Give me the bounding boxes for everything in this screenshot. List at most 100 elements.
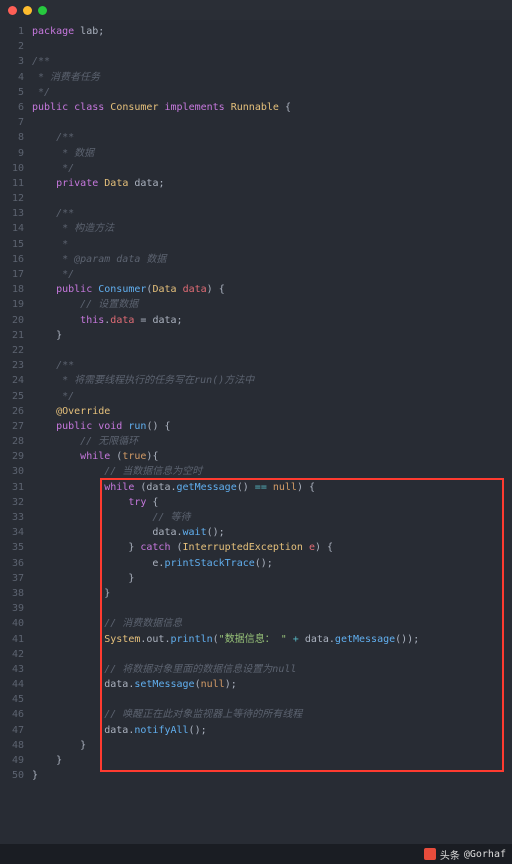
code-line[interactable]: 19 // 设置数据 <box>0 297 512 312</box>
code-line[interactable]: 20 this.data = data; <box>0 313 512 328</box>
line-content[interactable]: } <box>32 571 512 586</box>
code-line[interactable]: 18 public Consumer(Data data) { <box>0 282 512 297</box>
code-line[interactable]: 41 System.out.println("数据信息： " + data.ge… <box>0 632 512 647</box>
line-content[interactable]: } <box>32 328 512 343</box>
code-line[interactable]: 10 */ <box>0 161 512 176</box>
code-line[interactable]: 21 } <box>0 328 512 343</box>
code-line[interactable]: 3/** <box>0 54 512 69</box>
line-content[interactable]: System.out.println("数据信息： " + data.getMe… <box>32 632 512 647</box>
code-line[interactable]: 40 // 消费数据信息 <box>0 616 512 631</box>
code-line[interactable]: 8 /** <box>0 130 512 145</box>
line-content[interactable]: private Data data; <box>32 176 512 191</box>
code-line[interactable]: 31 while (data.getMessage() == null) { <box>0 480 512 495</box>
code-line[interactable]: 27 public void run() { <box>0 419 512 434</box>
line-content[interactable]: /** <box>32 130 512 145</box>
code-line[interactable]: 25 */ <box>0 389 512 404</box>
line-content[interactable]: * 将需要线程执行的任务写在run()方法中 <box>32 373 512 388</box>
line-content[interactable]: } <box>32 738 512 753</box>
line-content[interactable]: data.wait(); <box>32 525 512 540</box>
code-line[interactable]: 49 } <box>0 753 512 768</box>
line-content[interactable]: } <box>32 586 512 601</box>
code-line[interactable]: 35 } catch (InterruptedException e) { <box>0 540 512 555</box>
line-content[interactable]: try { <box>32 495 512 510</box>
code-line[interactable]: 45 <box>0 692 512 707</box>
line-content[interactable]: /** <box>32 206 512 221</box>
code-line[interactable]: 14 * 构造方法 <box>0 221 512 236</box>
line-content[interactable]: public Consumer(Data data) { <box>32 282 512 297</box>
code-line[interactable]: 34 data.wait(); <box>0 525 512 540</box>
code-line[interactable]: 2 <box>0 39 512 54</box>
code-line[interactable]: 13 /** <box>0 206 512 221</box>
minimize-icon[interactable] <box>23 6 32 15</box>
line-content[interactable]: /** <box>32 358 512 373</box>
code-line[interactable]: 42 <box>0 647 512 662</box>
code-line[interactable]: 23 /** <box>0 358 512 373</box>
code-line[interactable]: 7 <box>0 115 512 130</box>
code-line[interactable]: 46 // 唤醒正在此对象监视器上等待的所有线程 <box>0 707 512 722</box>
line-content[interactable]: package lab; <box>32 24 512 39</box>
code-line[interactable]: 26 @Override <box>0 404 512 419</box>
code-line[interactable]: 17 */ <box>0 267 512 282</box>
line-content[interactable]: // 唤醒正在此对象监视器上等待的所有线程 <box>32 707 512 722</box>
code-line[interactable]: 50} <box>0 768 512 783</box>
code-line[interactable]: 30 // 当数据信息为空时 <box>0 464 512 479</box>
line-content[interactable]: } catch (InterruptedException e) { <box>32 540 512 555</box>
code-line[interactable]: 11 private Data data; <box>0 176 512 191</box>
line-content[interactable]: data.setMessage(null); <box>32 677 512 692</box>
code-line[interactable]: 44 data.setMessage(null); <box>0 677 512 692</box>
code-editor[interactable]: 1package lab;23/**4 * 消费者任务5 */6public c… <box>0 20 512 783</box>
line-content[interactable]: */ <box>32 267 512 282</box>
line-content[interactable]: * 消费者任务 <box>32 70 512 85</box>
line-content[interactable]: public void run() { <box>32 419 512 434</box>
line-content[interactable]: * @param data 数据 <box>32 252 512 267</box>
code-line[interactable]: 16 * @param data 数据 <box>0 252 512 267</box>
line-number: 5 <box>0 85 32 100</box>
line-content[interactable]: */ <box>32 85 512 100</box>
line-content[interactable]: */ <box>32 161 512 176</box>
line-content[interactable]: // 无限循环 <box>32 434 512 449</box>
code-line[interactable]: 28 // 无限循环 <box>0 434 512 449</box>
line-content[interactable]: // 当数据信息为空时 <box>32 464 512 479</box>
line-content[interactable]: this.data = data; <box>32 313 512 328</box>
code-line[interactable]: 15 * <box>0 237 512 252</box>
line-content[interactable]: while (data.getMessage() == null) { <box>32 480 512 495</box>
code-line[interactable]: 43 // 将数据对象里面的数据信息设置为null <box>0 662 512 677</box>
line-content[interactable]: } <box>32 768 512 783</box>
code-line[interactable]: 36 e.printStackTrace(); <box>0 556 512 571</box>
code-line[interactable]: 6public class Consumer implements Runnab… <box>0 100 512 115</box>
code-line[interactable]: 47 data.notifyAll(); <box>0 723 512 738</box>
line-content[interactable]: * <box>32 237 512 252</box>
line-content[interactable]: // 等待 <box>32 510 512 525</box>
code-line[interactable]: 12 <box>0 191 512 206</box>
code-line[interactable]: 24 * 将需要线程执行的任务写在run()方法中 <box>0 373 512 388</box>
maximize-icon[interactable] <box>38 6 47 15</box>
code-line[interactable]: 32 try { <box>0 495 512 510</box>
line-content[interactable]: @Override <box>32 404 512 419</box>
line-content[interactable]: e.printStackTrace(); <box>32 556 512 571</box>
line-content[interactable]: // 将数据对象里面的数据信息设置为null <box>32 662 512 677</box>
code-line[interactable]: 48 } <box>0 738 512 753</box>
code-line[interactable]: 5 */ <box>0 85 512 100</box>
code-line[interactable]: 1package lab; <box>0 24 512 39</box>
line-content[interactable]: /** <box>32 54 512 69</box>
line-content[interactable]: // 消费数据信息 <box>32 616 512 631</box>
line-content[interactable]: // 设置数据 <box>32 297 512 312</box>
code-line[interactable]: 4 * 消费者任务 <box>0 70 512 85</box>
line-content[interactable]: */ <box>32 389 512 404</box>
code-line[interactable]: 22 <box>0 343 512 358</box>
line-content[interactable]: data.notifyAll(); <box>32 723 512 738</box>
line-number: 17 <box>0 267 32 282</box>
code-line[interactable]: 29 while (true){ <box>0 449 512 464</box>
line-content[interactable]: * 数据 <box>32 146 512 161</box>
code-line[interactable]: 38 } <box>0 586 512 601</box>
line-content[interactable]: * 构造方法 <box>32 221 512 236</box>
line-content[interactable]: } <box>32 753 512 768</box>
code-line[interactable]: 39 <box>0 601 512 616</box>
line-content[interactable]: public class Consumer implements Runnabl… <box>32 100 512 115</box>
close-icon[interactable] <box>8 6 17 15</box>
code-line[interactable]: 33 // 等待 <box>0 510 512 525</box>
line-number: 19 <box>0 297 32 312</box>
code-line[interactable]: 37 } <box>0 571 512 586</box>
code-line[interactable]: 9 * 数据 <box>0 146 512 161</box>
line-content[interactable]: while (true){ <box>32 449 512 464</box>
